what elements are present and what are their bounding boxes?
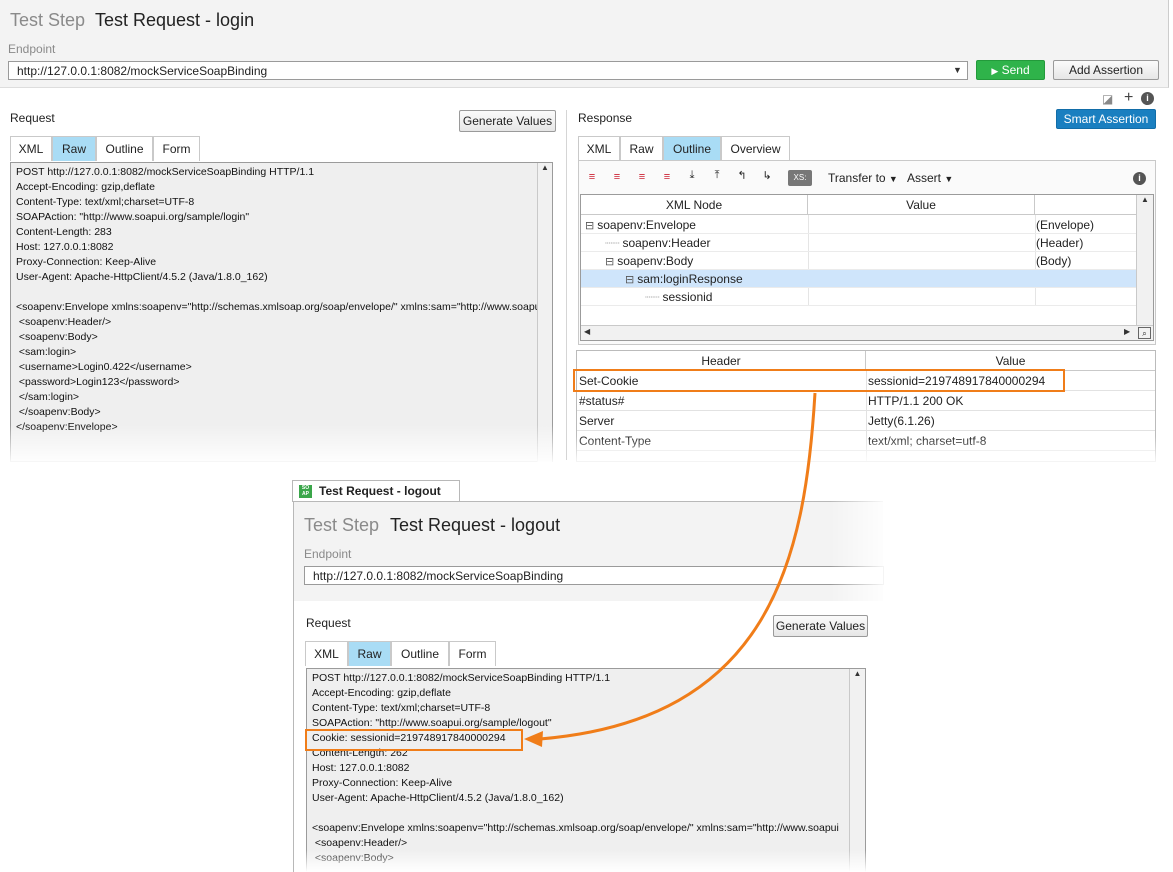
cookie-flow-arrow — [524, 392, 817, 747]
arrow-path — [539, 392, 817, 741]
arrow-head — [524, 731, 543, 747]
